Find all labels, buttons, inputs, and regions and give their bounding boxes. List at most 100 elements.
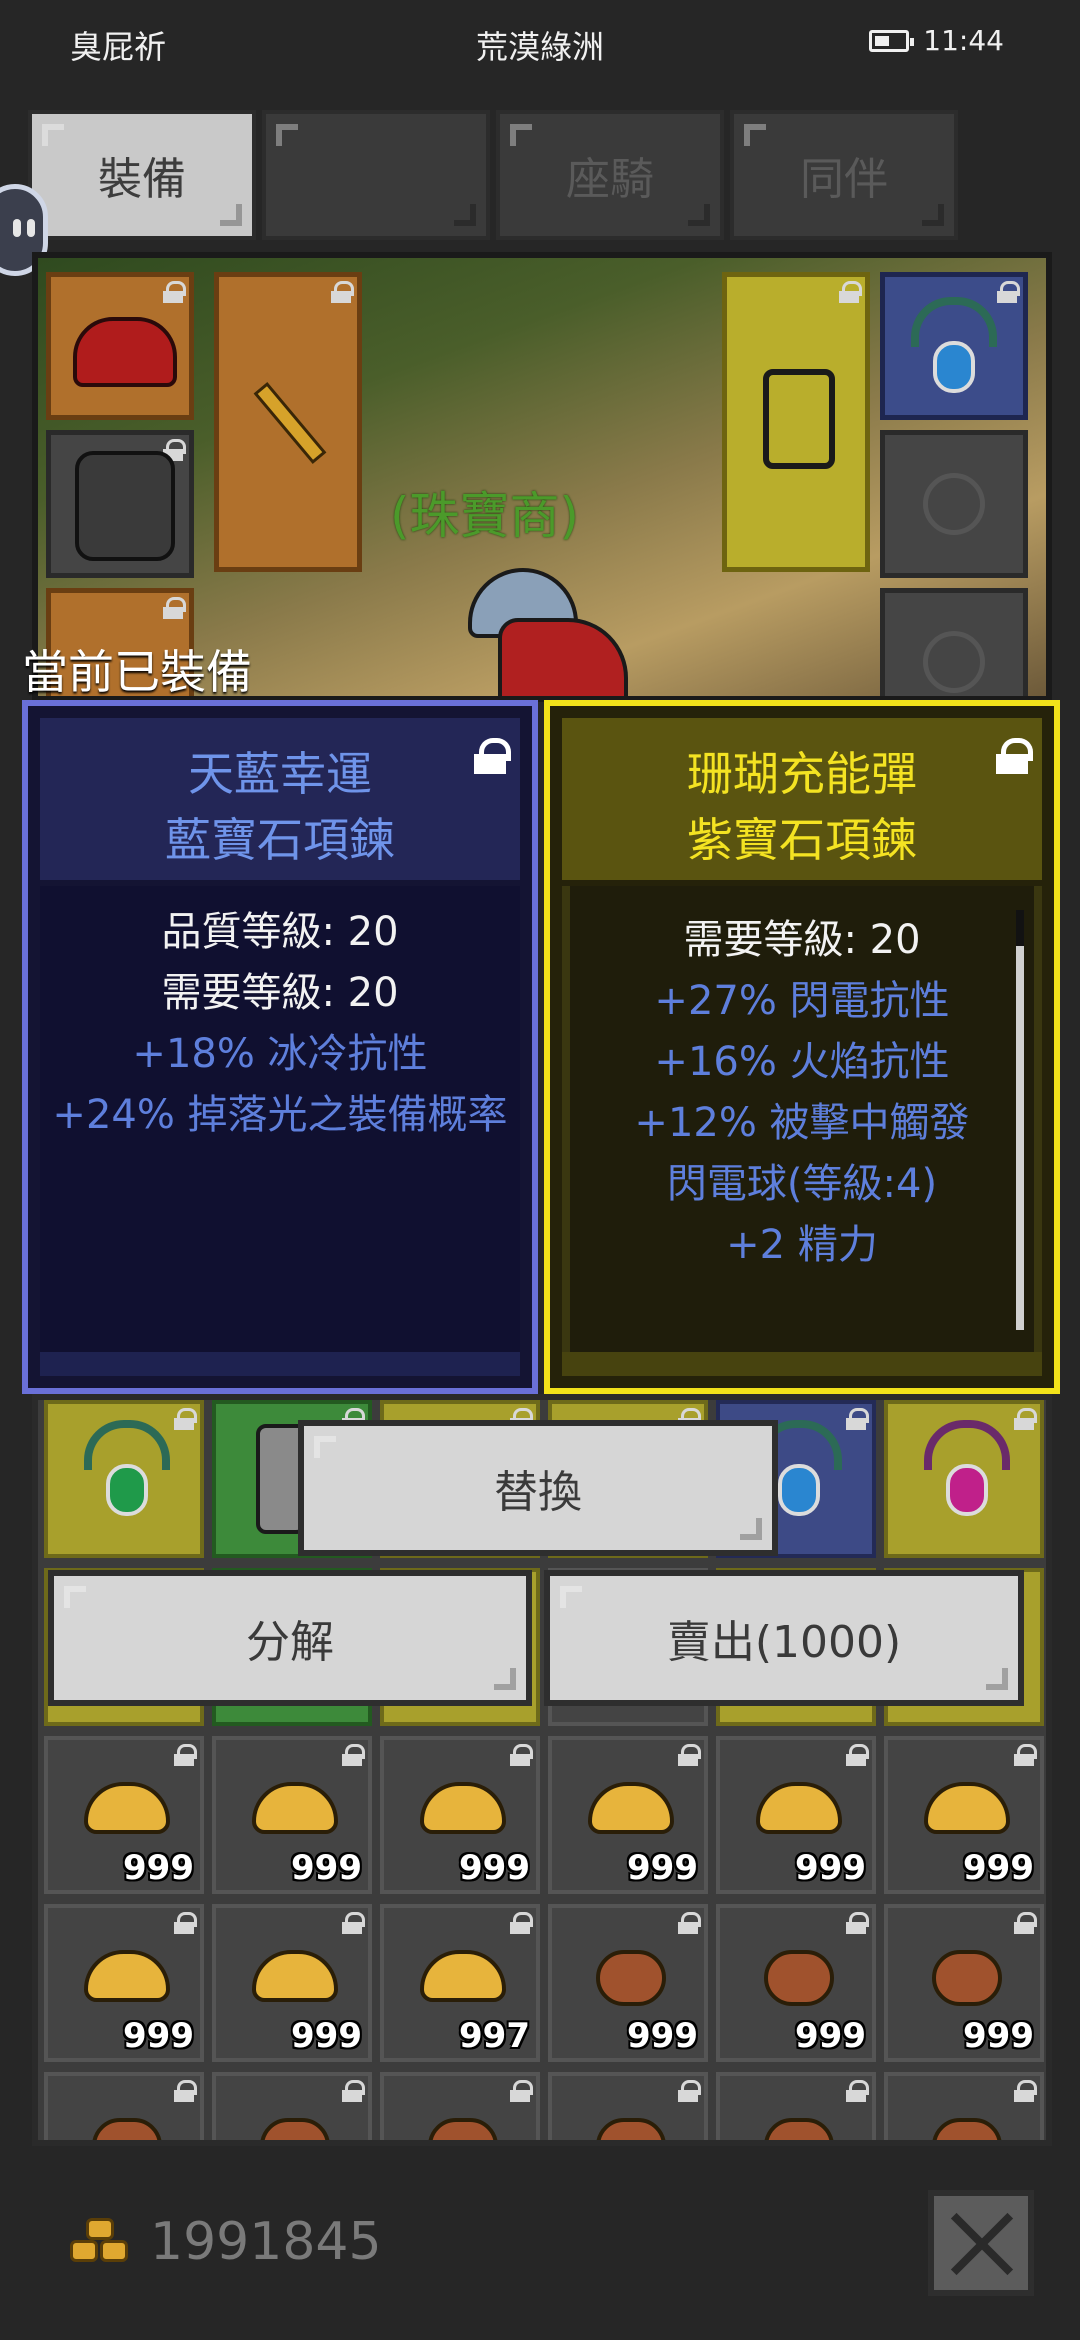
- inventory-cell[interactable]: [716, 2072, 876, 2140]
- copper-ore-icon: [932, 1950, 1002, 2006]
- inventory-cell[interactable]: [44, 2072, 204, 2140]
- inventory-cell[interactable]: 999: [380, 1736, 540, 1894]
- equipped-item-panel: 天藍幸運 藍寶石項鍊 品質等級: 20 需要等級: 20 +18% 冰冷抗性 +…: [22, 700, 538, 1394]
- copper-ore-icon: [764, 2118, 834, 2140]
- stat-line: +24% 掉落光之裝備概率: [52, 1092, 508, 1138]
- footer-bar: 1991845: [0, 2150, 1080, 2340]
- inventory-cell[interactable]: 999: [716, 1904, 876, 2062]
- stat-line: +18% 冰冷抗性: [132, 1031, 428, 1077]
- lock-icon: [331, 281, 354, 303]
- stat-line: 需要等級: 20: [161, 970, 399, 1016]
- inventory-cell[interactable]: [380, 2072, 540, 2140]
- inventory-cell[interactable]: 999: [212, 1736, 372, 1894]
- lock-icon: [1014, 1912, 1037, 1934]
- replace-button-label: 替換: [494, 1467, 582, 1518]
- lock-icon[interactable]: [996, 738, 1033, 774]
- belt-icon: [763, 369, 835, 469]
- tab-label: 同伴: [800, 154, 888, 205]
- item-name-base: 藍寶石項鍊: [165, 813, 395, 867]
- lock-icon: [342, 1912, 365, 1934]
- item-stats[interactable]: 需要等級: 20 +27% 閃電抗性 +16% 火焰抗性 +12% 被擊中觸發 …: [562, 886, 1042, 1356]
- gold-ore-icon: [84, 1782, 170, 1834]
- sell-button-label: 賣出(1000): [666, 1617, 902, 1668]
- inventory-cell[interactable]: [548, 2072, 708, 2140]
- replace-button[interactable]: 替換: [298, 1420, 778, 1556]
- slot-ring-1[interactable]: [880, 430, 1028, 578]
- inventory-cell[interactable]: 999: [44, 1904, 204, 2062]
- stat-line: 需要等級: 20: [683, 917, 921, 963]
- inventory-cell[interactable]: 999: [548, 1736, 708, 1894]
- slot-necklace[interactable]: [880, 272, 1028, 420]
- hero-sprite: [438, 558, 638, 696]
- slot-belt[interactable]: [722, 272, 870, 572]
- close-icon[interactable]: [928, 2190, 1034, 2296]
- item-quantity: 999: [123, 2016, 194, 2056]
- slot-weapon[interactable]: [214, 272, 362, 572]
- item-quantity: 999: [291, 2016, 362, 2056]
- lock-icon: [1014, 2080, 1037, 2102]
- inventory-cell[interactable]: 999: [548, 1904, 708, 2062]
- status-right: 11:44: [869, 24, 1004, 57]
- tab-companion[interactable]: 同伴: [730, 110, 958, 240]
- inventory-cell[interactable]: [212, 2072, 372, 2140]
- lock-icon: [678, 1912, 701, 1934]
- inventory-cell[interactable]: [44, 1400, 204, 1558]
- item-quantity: 999: [795, 2016, 866, 2056]
- inventory-cell[interactable]: 999: [716, 1736, 876, 1894]
- lock-icon: [1014, 1744, 1037, 1766]
- item-name-prefix: 天藍幸運: [188, 747, 372, 801]
- dismantle-button-label: 分解: [246, 1617, 334, 1668]
- item-quantity: 999: [627, 1848, 698, 1888]
- copper-ore-icon: [932, 2118, 1002, 2140]
- item-header: 珊瑚充能彈 紫寶石項鍊: [562, 718, 1042, 880]
- lock-icon: [510, 2080, 533, 2102]
- item-quantity: 999: [963, 1848, 1034, 1888]
- dismantle-button[interactable]: 分解: [48, 1570, 532, 1706]
- ring-placeholder-icon: [923, 473, 985, 535]
- inventory-cell[interactable]: 999: [884, 1904, 1044, 2062]
- lock-icon: [342, 2080, 365, 2102]
- lock-icon[interactable]: [474, 738, 511, 774]
- stat-line: 品質等級: 20: [161, 909, 399, 955]
- npc-label: (珠寶商): [390, 487, 580, 545]
- lock-icon: [1014, 1408, 1037, 1430]
- item-quantity: 999: [459, 1848, 530, 1888]
- gold-ore-icon: [420, 1782, 506, 1834]
- lock-icon: [174, 2080, 197, 2102]
- copper-ore-icon: [260, 2118, 330, 2140]
- gold-ore-icon: [252, 1782, 338, 1834]
- gold-ore-icon: [756, 1782, 842, 1834]
- lock-icon: [846, 1912, 869, 1934]
- sell-button[interactable]: 賣出(1000): [544, 1570, 1024, 1706]
- item-quantity: 999: [291, 1848, 362, 1888]
- gold-ore-icon: [84, 1950, 170, 2002]
- inventory-cell[interactable]: 999: [44, 1736, 204, 1894]
- tab-equipment[interactable]: 裝備: [28, 110, 256, 240]
- necklace-icon: [78, 1414, 176, 1524]
- slot-armor[interactable]: [46, 430, 194, 578]
- battery-icon: [869, 29, 915, 52]
- inventory-cell[interactable]: [884, 2072, 1044, 2140]
- item-quantity: 999: [627, 2016, 698, 2056]
- inventory-cell[interactable]: 997: [380, 1904, 540, 2062]
- selected-item-panel: 珊瑚充能彈 紫寶石項鍊 需要等級: 20 +27% 閃電抗性 +16% 火焰抗性…: [544, 700, 1060, 1394]
- item-quantity: 999: [123, 1848, 194, 1888]
- helmet-icon: [73, 317, 177, 387]
- scrollbar[interactable]: [1016, 910, 1024, 1330]
- sword-icon: [253, 381, 327, 465]
- slot-helmet[interactable]: [46, 272, 194, 420]
- item-stats: 品質等級: 20 需要等級: 20 +18% 冰冷抗性 +24% 掉落光之裝備概…: [40, 886, 520, 1356]
- equipment-scene: (珠寶商): [32, 252, 1052, 702]
- copper-ore-icon: [764, 1950, 834, 2006]
- lock-icon: [510, 1744, 533, 1766]
- tab-mount[interactable]: 座騎: [496, 110, 724, 240]
- gold-coins-icon: [70, 2218, 132, 2270]
- inventory-cell[interactable]: [884, 1400, 1044, 1558]
- tab-empty[interactable]: [262, 110, 490, 240]
- slot-ring-2[interactable]: [880, 588, 1028, 696]
- inventory-cell[interactable]: 999: [212, 1904, 372, 2062]
- stat-line: 閃電球(等級:4): [666, 1161, 938, 1207]
- category-tabs: 裝備 座騎 同伴: [28, 110, 958, 240]
- inventory-cell[interactable]: 999: [884, 1736, 1044, 1894]
- tab-label: 座騎: [566, 154, 654, 205]
